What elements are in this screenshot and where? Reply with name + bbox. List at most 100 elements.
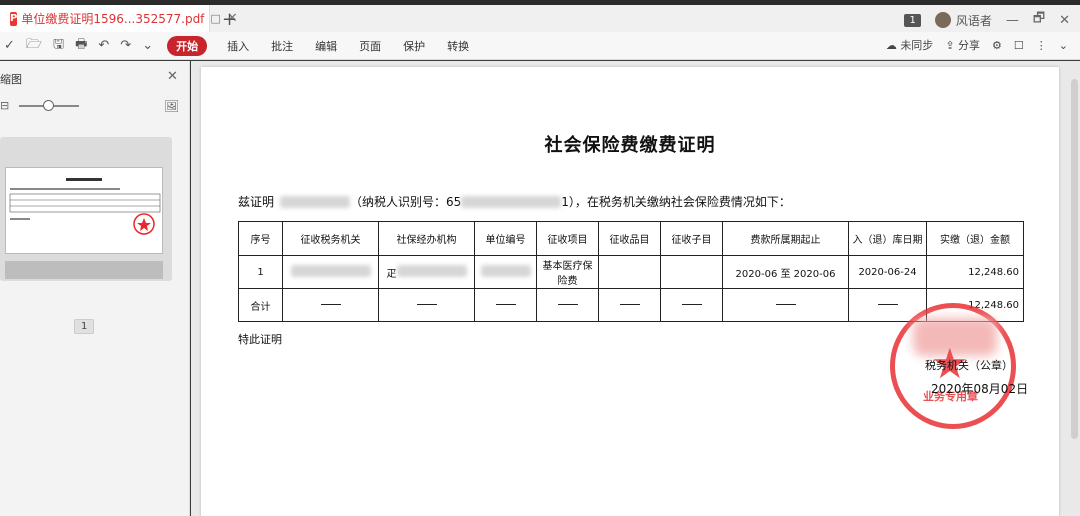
category-cell bbox=[598, 255, 661, 289]
table-header-row: 序号 征收税务机关 社保经办机构 单位编号 征收项目 征收品目 征收子目 费款所… bbox=[238, 221, 1024, 256]
document-tab[interactable]: P 单位缴费证明1596...352577.pdf □ ✕ bbox=[0, 5, 238, 32]
zoom-slider[interactable] bbox=[19, 99, 80, 111]
header-cell: 征收子目 bbox=[660, 221, 723, 256]
thumbnail-zoom: ⊟ bbox=[0, 99, 80, 112]
thumbnail-page bbox=[5, 167, 163, 254]
empty-cell bbox=[722, 288, 849, 322]
payment-table: 序号 征收税务机关 社保经办机构 单位编号 征收项目 征收品目 征收子目 费款所… bbox=[238, 221, 1024, 322]
sync-button[interactable]: ☁ 未同步 bbox=[886, 37, 934, 53]
dash bbox=[416, 304, 437, 305]
agency-fragment: 疋 bbox=[386, 268, 397, 280]
redacted-unit-code bbox=[480, 264, 531, 277]
collapse-icon[interactable]: ⌄ bbox=[1059, 39, 1068, 52]
unit-code-cell bbox=[474, 255, 537, 289]
document-view: 社会保险费缴费证明 兹证明 （纳税人识别号：65 1），在税务机关缴纳社会保险费… bbox=[191, 61, 1080, 516]
open-folder-icon[interactable]: 🗁 bbox=[26, 35, 42, 57]
redo-icon[interactable]: ↷ bbox=[120, 38, 131, 53]
user-account[interactable]: 风语者 bbox=[934, 12, 992, 29]
certificate-intro: 兹证明 （纳税人识别号：65 1），在税务机关缴纳社会保险费情况如下： bbox=[238, 193, 791, 210]
menu-convert[interactable]: 转换 bbox=[447, 38, 469, 54]
vertical-scrollbar[interactable] bbox=[1071, 79, 1078, 439]
window-icon[interactable]: □ bbox=[210, 12, 220, 25]
header-cell: 实缴（退）金额 bbox=[926, 221, 1024, 256]
title-bar: P 单位缴费证明1596...352577.pdf □ ✕ + 1 风语者 — … bbox=[0, 0, 1080, 32]
toolbar-right: ☁ 未同步 ⇪ 分享 ⚙ ☐ ⋮ ⌄ bbox=[886, 37, 1068, 53]
save-icon[interactable]: 🖫 bbox=[53, 35, 64, 57]
dash bbox=[320, 304, 341, 305]
header-cell: 社保经办机构 bbox=[378, 221, 475, 256]
page-count-badge[interactable]: 1 bbox=[904, 13, 921, 27]
zoom-slider-handle[interactable] bbox=[43, 99, 55, 111]
row-index: 1 bbox=[238, 255, 283, 289]
page-number[interactable]: 1 bbox=[74, 319, 95, 334]
print-icon[interactable]: 🖶 bbox=[75, 35, 87, 57]
zoom-out-icon[interactable]: ⊟ bbox=[0, 99, 9, 112]
amount-cell: 12,248.60 bbox=[926, 255, 1024, 289]
settings-icon[interactable]: ⚙ bbox=[992, 39, 1002, 52]
dash bbox=[775, 304, 796, 305]
redacted-agency bbox=[290, 264, 371, 277]
closing-text: 特此证明 bbox=[238, 333, 282, 346]
intro-suffix: 1），在税务机关缴纳社会保险费情况如下： bbox=[561, 195, 791, 209]
pdf-icon: P bbox=[10, 11, 18, 26]
menu-insert[interactable]: 插入 bbox=[227, 38, 249, 54]
thumbnail-shadow bbox=[5, 261, 163, 279]
header-cell: 征收税务机关 bbox=[282, 221, 379, 256]
share-button[interactable]: ⇪ 分享 bbox=[945, 37, 980, 53]
user-name: 风语者 bbox=[955, 13, 992, 28]
menu-annotate[interactable]: 批注 bbox=[271, 38, 293, 54]
tab-title: 单位缴费证明1596...352577.pdf bbox=[21, 12, 205, 26]
header-cell: 征收品目 bbox=[598, 221, 661, 256]
thumbnail-panel: 缩图 ✕ ⊟ 🖼 1 bbox=[0, 61, 190, 516]
close-window-icon[interactable]: ✕ bbox=[1059, 13, 1070, 28]
menu-protect[interactable]: 保护 bbox=[403, 38, 425, 54]
toolbar: ✓ 🗁 🖫 🖶 ↶ ↷ ⌄ 开始 插入 批注 编辑 页面 保护 转换 ☁ 未同步… bbox=[0, 32, 1080, 60]
document-page: 社会保险费缴费证明 兹证明 （纳税人识别号：65 1），在税务机关缴纳社会保险费… bbox=[201, 67, 1059, 516]
restore-icon[interactable]: 🗗 bbox=[1033, 9, 1045, 31]
thumbnail-preview bbox=[9, 178, 161, 235]
dash bbox=[681, 304, 702, 305]
period-cell: 2020-06 至 2020-06 bbox=[722, 255, 849, 289]
dropdown-icon[interactable]: ⌄ bbox=[142, 38, 153, 53]
signing-date: 2020年08月02日 bbox=[931, 382, 1029, 396]
undo-icon[interactable]: ↶ bbox=[98, 38, 109, 53]
redacted-social-agency bbox=[396, 264, 467, 277]
redacted-company bbox=[280, 195, 351, 208]
intro-mid: （纳税人识别号：65 bbox=[350, 195, 462, 209]
panel-close-icon[interactable]: ✕ bbox=[167, 69, 178, 84]
quick-tools: ✓ 🗁 🖫 🖶 ↶ ↷ ⌄ bbox=[0, 35, 153, 57]
signing-organization: 税务机关（公章） bbox=[925, 359, 1013, 372]
minimize-icon[interactable]: — bbox=[1006, 13, 1019, 28]
redacted-tax-id bbox=[461, 195, 562, 208]
social-agency-cell: 疋 bbox=[378, 255, 475, 289]
header-cell: 征收项目 bbox=[536, 221, 599, 256]
table-row: 1 疋 基本医疗保险费 2020-06 至 2020-06 2020-06-24… bbox=[238, 255, 1024, 289]
more-icon[interactable]: ⋮ bbox=[1036, 39, 1047, 52]
empty-cell bbox=[474, 288, 537, 322]
empty-cell bbox=[282, 288, 379, 322]
page-thumbnail[interactable] bbox=[0, 137, 172, 281]
date-cell: 2020-06-24 bbox=[848, 255, 927, 289]
dash bbox=[557, 304, 578, 305]
comment-icon[interactable]: ☐ bbox=[1014, 39, 1024, 52]
avatar bbox=[934, 12, 951, 28]
subcategory-cell bbox=[660, 255, 723, 289]
table-total-row: 合计 12,248.60 bbox=[238, 288, 1024, 322]
item-cell: 基本医疗保险费 bbox=[536, 255, 599, 289]
new-tab-icon[interactable]: + bbox=[222, 9, 237, 30]
image-icon[interactable]: 🖼 bbox=[164, 99, 179, 113]
empty-cell bbox=[378, 288, 475, 322]
header-cell: 费款所属期起止 bbox=[722, 221, 849, 256]
menu-icon[interactable]: ✓ bbox=[4, 38, 15, 53]
empty-cell bbox=[536, 288, 599, 322]
menu-page[interactable]: 页面 bbox=[359, 38, 381, 54]
ribbon-menu: 插入 批注 编辑 页面 保护 转换 bbox=[227, 38, 469, 54]
empty-cell bbox=[660, 288, 723, 322]
dash bbox=[495, 304, 516, 305]
start-button[interactable]: 开始 bbox=[167, 35, 208, 56]
tax-agency-cell bbox=[282, 255, 379, 289]
header-cell: 入（退）库日期 bbox=[848, 221, 927, 256]
dash bbox=[877, 304, 898, 305]
menu-edit[interactable]: 编辑 bbox=[315, 38, 337, 54]
header-cell: 序号 bbox=[238, 221, 283, 256]
